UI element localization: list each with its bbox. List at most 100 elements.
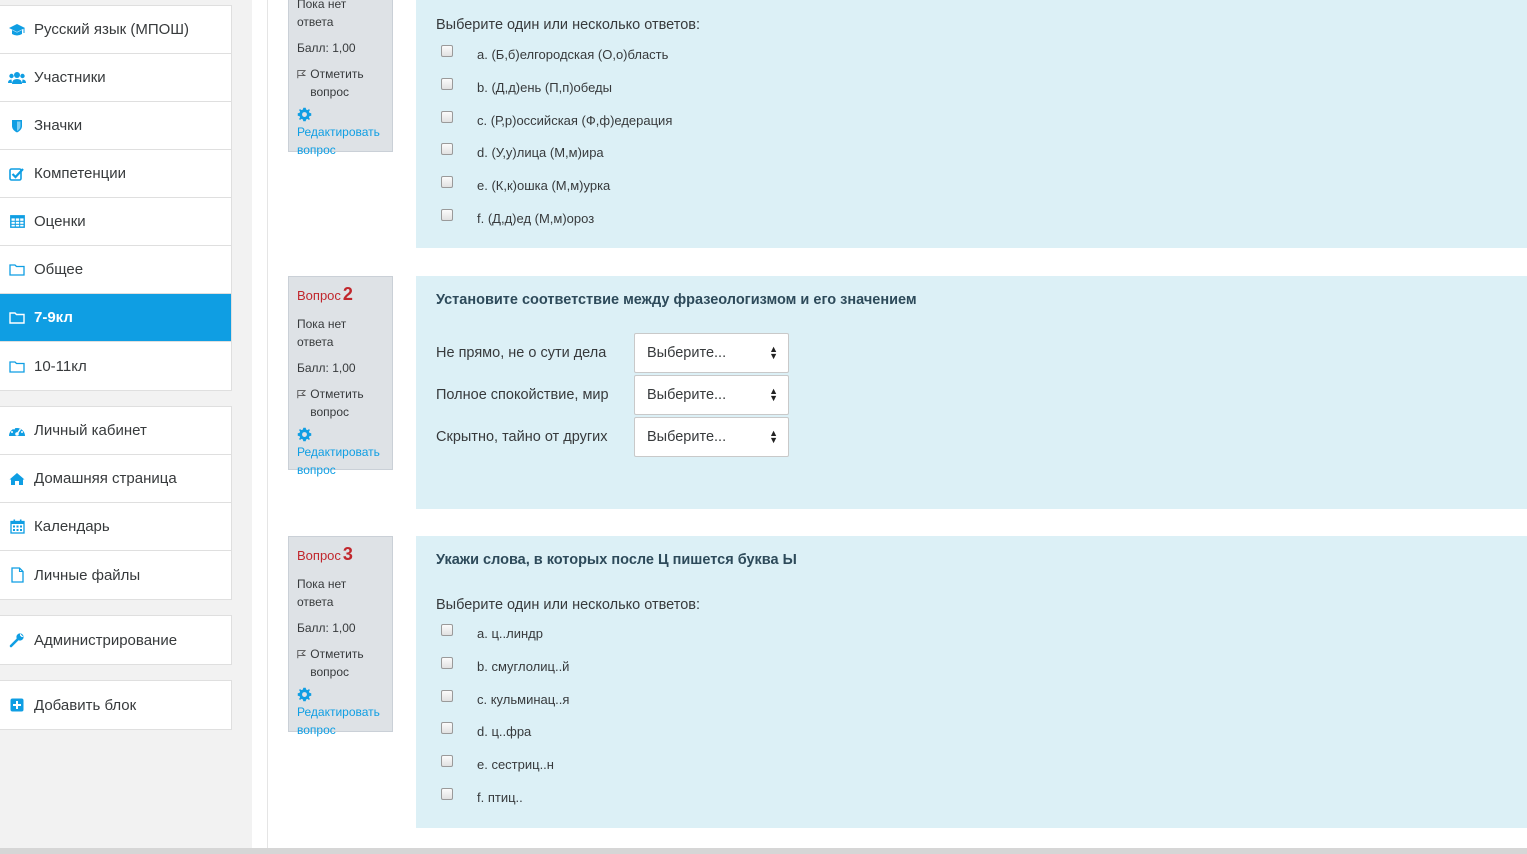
answer-option[interactable]: e. (К,к)ошка (М,м)урка: [441, 175, 611, 193]
answer-option[interactable]: b. (Д,д)ень (П,п)обеды: [441, 77, 612, 95]
answer-option[interactable]: e. сестриц..н: [441, 754, 554, 772]
flag-icon: [297, 390, 307, 399]
match-select[interactable]: Выберите... ▲ ▼: [634, 375, 789, 415]
nav-item-label: 10-11кл: [34, 357, 87, 375]
nav-item-private-files[interactable]: Личные файлы: [0, 551, 231, 599]
select-arrows-icon: ▲ ▼: [769, 386, 778, 403]
answer-option[interactable]: a. ц..линдр: [441, 623, 543, 641]
question-number-value: 2: [342, 284, 353, 304]
add-block-button[interactable]: Добавить блок: [0, 681, 231, 729]
nav-item-label: Русский язык (МПОШ): [34, 21, 190, 38]
match-select[interactable]: Выберите... ▲ ▼: [634, 333, 789, 373]
home-icon: [8, 471, 26, 487]
select-arrows-icon: ▲ ▼: [769, 344, 778, 361]
question-grade: Балл: 1,00: [297, 361, 356, 375]
gear-icon[interactable]: [297, 687, 384, 703]
select-value: Выберите...: [647, 345, 727, 361]
add-block-group: Добавить блок: [0, 680, 232, 730]
nav-item-competencies[interactable]: Компетенции: [0, 150, 231, 198]
folder-icon: [8, 310, 26, 326]
nav-item-general[interactable]: Общее: [0, 246, 231, 294]
nav-item-dashboard[interactable]: Личный кабинет: [0, 407, 231, 455]
sidebar: Русский язык (МПОШ) Участники Значки Ком…: [0, 0, 252, 854]
match-label: Не прямо, не о сути дела: [436, 345, 607, 361]
edit-question-link[interactable]: Редактировать вопрос: [297, 703, 384, 739]
nav-item-label: Компетенции: [34, 165, 127, 182]
answer-checkbox[interactable]: [441, 656, 453, 669]
flag-question-link[interactable]: Отметить вопрос: [297, 65, 384, 101]
nav-item-course[interactable]: Русский язык (МПОШ): [0, 6, 231, 54]
nav-item-grades[interactable]: Оценки: [0, 198, 231, 246]
answer-checkbox[interactable]: [441, 175, 453, 188]
nav-item-7-9[interactable]: 7-9кл: [0, 294, 231, 342]
answer-label: a. (Б,б)елгородская (О,о)бласть: [477, 47, 669, 62]
nav-item-label: Домашняя страница: [34, 470, 177, 487]
question-grade: Балл: 1,00: [297, 41, 356, 55]
answer-checkbox[interactable]: [441, 77, 453, 90]
answer-label: f. (Д,д)ед (М,м)ороз: [477, 211, 595, 226]
nav-item-label: Оценки: [34, 213, 86, 230]
nav-item-label: Личный кабинет: [34, 422, 147, 439]
answer-option[interactable]: a. (Б,б)елгородская (О,о)бласть: [441, 44, 669, 62]
nav-item-label: Добавить блок: [34, 696, 137, 714]
answer-option[interactable]: d. ц..фра: [441, 721, 531, 739]
answer-label: d. (У,у)лица (М,м)ира: [477, 145, 604, 160]
nav-item-10-11[interactable]: 10-11кл: [0, 342, 231, 390]
nav-item-label: Администрирование: [34, 631, 178, 649]
answer-checkbox[interactable]: [441, 787, 453, 800]
flag-label: Отметить вопрос: [310, 67, 364, 99]
horizontal-scrollbar[interactable]: [0, 848, 1527, 854]
question-text: Установите соответствие между фразеологи…: [436, 292, 917, 308]
flag-label: Отметить вопрос: [310, 647, 364, 679]
nav-item-administration[interactable]: Администрирование: [0, 616, 231, 664]
answer-checkbox[interactable]: [441, 208, 453, 221]
answer-checkbox[interactable]: [441, 110, 453, 123]
answer-option[interactable]: c. кульминац..я: [441, 689, 570, 707]
nav-item-home[interactable]: Домашняя страница: [0, 455, 231, 503]
question-number: Вопрос 2: [297, 285, 384, 307]
shield-icon: [8, 118, 26, 134]
answer-option[interactable]: f. (Д,д)ед (М,м)ороз: [441, 208, 595, 226]
question-number: Вопрос 3: [297, 545, 384, 567]
nav-item-label: Личные файлы: [34, 566, 141, 584]
file-icon: [8, 567, 26, 583]
match-row: Полное спокойствие, мир Выберите... ▲ ▼: [436, 375, 789, 415]
flag-question-link[interactable]: Отметить вопрос: [297, 645, 384, 681]
select-arrows-icon: ▲ ▼: [769, 428, 778, 445]
match-select[interactable]: Выберите... ▲ ▼: [634, 417, 789, 457]
question-content-2: Установите соответствие между фразеологи…: [416, 276, 1527, 509]
nav-item-badges[interactable]: Значки: [0, 102, 231, 150]
edit-question-link[interactable]: Редактировать вопрос: [297, 443, 384, 479]
edit-question-link[interactable]: Редактировать вопрос: [297, 123, 384, 159]
answer-label: b. (Д,д)ень (П,п)обеды: [477, 80, 612, 95]
answer-option[interactable]: c. (Р,р)оссийская (Ф,ф)едерация: [441, 110, 673, 128]
folder-icon: [8, 358, 26, 374]
answer-option[interactable]: b. смуглолиц..й: [441, 656, 569, 674]
answer-label: a. ц..линдр: [477, 626, 543, 641]
nav-item-label: Значки: [34, 117, 83, 134]
answer-checkbox[interactable]: [441, 44, 453, 57]
flag-icon: [297, 650, 307, 659]
gear-icon[interactable]: [297, 427, 384, 443]
admin-nav: Администрирование: [0, 615, 232, 665]
gear-icon[interactable]: [297, 107, 384, 123]
answer-option[interactable]: d. (У,у)лица (М,м)ира: [441, 142, 604, 160]
nav-item-calendar[interactable]: Календарь: [0, 503, 231, 551]
users-icon: [8, 70, 26, 86]
answer-label: e. (К,к)ошка (М,м)урка: [477, 178, 611, 193]
answer-label: c. кульминац..я: [477, 692, 570, 707]
wrench-icon: [8, 632, 26, 648]
answer-checkbox[interactable]: [441, 754, 453, 767]
answer-checkbox[interactable]: [441, 142, 453, 155]
answer-checkbox[interactable]: [441, 689, 453, 702]
question-status: Пока нет ответа: [297, 0, 347, 29]
nav-item-participants[interactable]: Участники: [0, 54, 231, 102]
answer-checkbox[interactable]: [441, 721, 453, 734]
flag-question-link[interactable]: Отметить вопрос: [297, 385, 384, 421]
answer-checkbox[interactable]: [441, 623, 453, 636]
answer-label: c. (Р,р)оссийская (Ф,ф)едерация: [477, 113, 673, 128]
question-status: Пока нет ответа: [297, 577, 347, 609]
nav-item-label: Календарь: [34, 518, 110, 535]
dashboard-icon: [8, 423, 26, 439]
answer-option[interactable]: f. птиц..: [441, 787, 523, 805]
